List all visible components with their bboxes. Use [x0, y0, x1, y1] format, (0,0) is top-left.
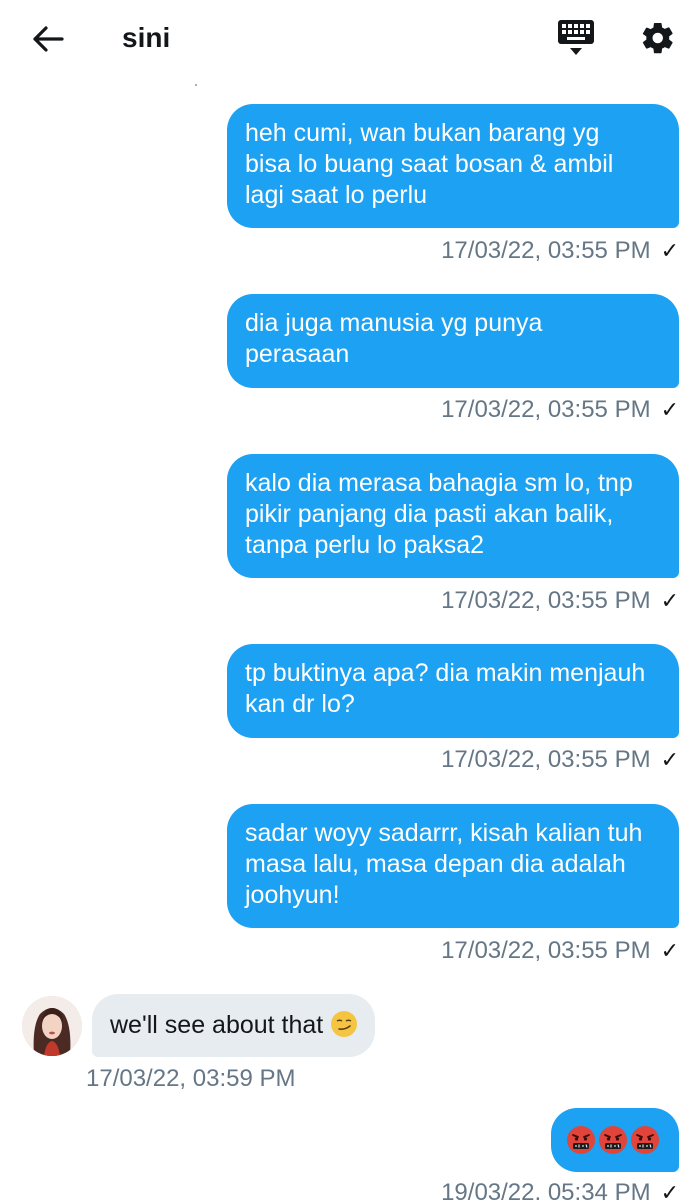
sent-check-icon: ✓	[660, 938, 679, 963]
message-meta: 19/03/22, 05:34 PM ✓	[441, 1178, 679, 1200]
message-timestamp: 17/03/22, 03:55 PM	[441, 396, 651, 423]
received-message-timestamp: 17/03/22, 03:59 PM	[86, 1065, 296, 1092]
keyboard-icon	[558, 20, 594, 55]
sent-message-bubble[interactable]: heh cumi, wan bukan barang yg bisa lo bu…	[227, 104, 679, 228]
conversation-header: sini	[0, 0, 699, 80]
sender-avatar[interactable]	[22, 996, 82, 1056]
sent-message-bubble[interactable]: dia juga manusia yg punya perasaan	[227, 294, 679, 388]
sent-check-icon: ✓	[660, 397, 679, 422]
angry-face-emoji-icon	[599, 1126, 627, 1155]
sent-check-icon: ✓	[660, 1180, 679, 1200]
message-timestamp: 17/03/22, 03:55 PM	[441, 237, 651, 264]
message-timestamp: 17/03/22, 03:55 PM	[441, 937, 651, 964]
avatar-image	[22, 996, 82, 1056]
message-timestamp: 17/03/22, 03:55 PM	[441, 746, 651, 773]
sent-message-bubble[interactable]: sadar woyy sadarrr, kisah kalian tuh mas…	[227, 804, 679, 928]
gear-icon	[642, 22, 673, 54]
angry-face-emoji-icon	[567, 1126, 595, 1155]
message-meta: 17/03/22, 03:55 PM ✓	[441, 586, 679, 616]
smirking-face-emoji-icon	[331, 1011, 358, 1037]
message-meta: 17/03/22, 03:55 PM ✓	[441, 745, 679, 775]
back-button[interactable]	[24, 18, 72, 60]
dm-conversation-screen: sini heh cumi, wan bukan barang yg bisa …	[0, 0, 699, 1200]
keyboard-button[interactable]	[552, 14, 600, 62]
sent-check-icon: ✓	[660, 747, 679, 772]
received-message-bubble[interactable]: we'll see about that	[92, 994, 376, 1057]
message-timestamp: 17/03/22, 03:55 PM	[441, 587, 651, 614]
sent-emoji-message-bubble[interactable]	[551, 1108, 679, 1172]
angry-face-emoji-icon	[631, 1126, 659, 1155]
sent-message-bubble[interactable]: tp buktinya apa? dia makin menjauh kan d…	[227, 644, 679, 738]
message-meta: 17/03/22, 03:55 PM ✓	[441, 395, 679, 425]
sent-message-bubble[interactable]: kalo dia merasa bahagia sm lo, tnp pikir…	[227, 454, 679, 578]
arrow-left-icon	[33, 26, 64, 52]
message-meta: 17/03/22, 03:55 PM ✓	[441, 236, 679, 266]
sent-check-icon: ✓	[660, 238, 679, 263]
conversation-title[interactable]: sini	[122, 20, 170, 56]
message-meta: 17/03/22, 03:55 PM ✓	[441, 936, 679, 966]
message-timestamp: 19/03/22, 05:34 PM	[441, 1179, 651, 1200]
received-message-text: we'll see about that	[110, 1011, 324, 1039]
divider-dot	[195, 84, 197, 86]
sent-check-icon: ✓	[660, 588, 679, 613]
settings-button[interactable]	[634, 14, 682, 62]
